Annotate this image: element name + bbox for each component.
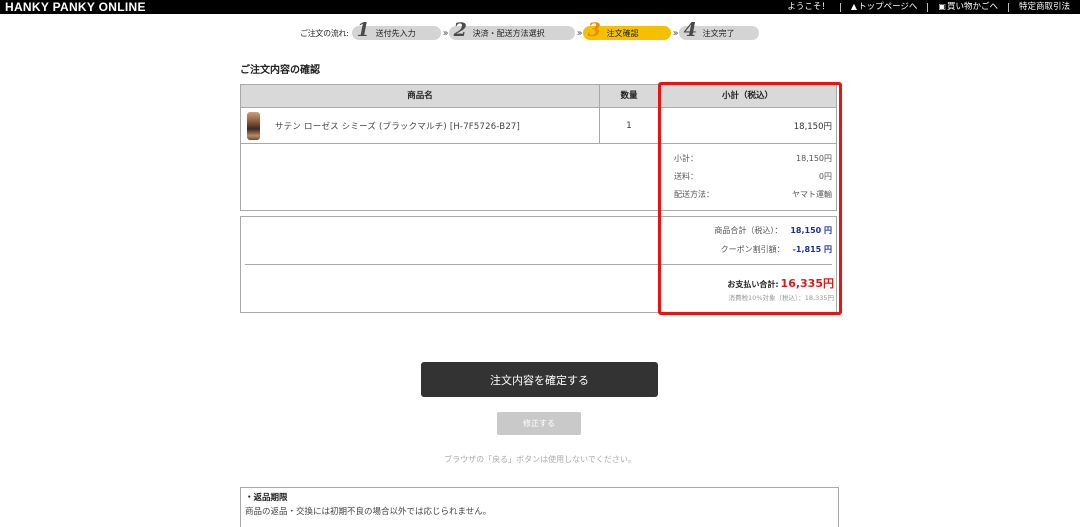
page-title: ご注文内容の確認 [240, 65, 320, 76]
nav-top-page-link[interactable]: ▲ トップページへ [841, 0, 928, 14]
confirm-order-button[interactable]: 注文内容を確定する [421, 362, 658, 397]
chevron-double-right-icon: ›› [672, 27, 679, 39]
top-bar: HANKY PANKY ONLINE ようこそ！ ▲ トップページへ ▣ 買い物かご… [0, 0, 1080, 14]
table-row: サテン ローゼス シミーズ (ブラックマルチ) [H-7F5726-B27] 1… [241, 108, 836, 144]
goods-total-label: 商品合計（税込）： [714, 226, 783, 235]
coupon-discount-value: -1,815 円 [792, 245, 832, 254]
summary-subtotal-label: 小計： [674, 153, 698, 163]
product-thumbnail[interactable] [247, 111, 260, 140]
chevron-double-right-icon: ›› [576, 27, 583, 39]
step-order-confirmation: 3 注文確認 [582, 19, 671, 41]
column-header-subtotal: 小計（税込） [658, 85, 836, 107]
step-label: 決済・配送方法選択 [472, 28, 545, 38]
step-shipping-address: 1 送付先入力 [351, 19, 441, 41]
order-summary: 小計： 18,150円 送料： 0円 配送方法： ヤマト運輸 [632, 149, 832, 203]
edit-order-button[interactable]: 修正する [497, 412, 581, 435]
summary-method-label: 配送方法： [674, 189, 714, 199]
return-policy-title: ・返品期限 [245, 493, 288, 503]
nav-cart-label: 買い物かごへ [946, 2, 998, 12]
step-label: 送付先入力 [375, 28, 416, 38]
top-nav: ようこそ！ ▲ トップページへ ▣ 買い物かごへ 特定商取引法 [777, 0, 1080, 14]
nav-welcome-label: ようこそ！ [787, 2, 830, 12]
nav-legal-link[interactable]: 特定商取引法 [1009, 0, 1080, 14]
flow-label: ご注文の流れ: [300, 28, 349, 38]
nav-welcome: ようこそ！ [777, 0, 840, 14]
grand-total-label: お支払い合計: [727, 280, 779, 289]
summary-shipping-value: 0円 [818, 171, 832, 181]
coupon-discount-row: クーポン割引額： -1,815 円 [721, 244, 832, 255]
totals-box: 商品合計（税込）： 18,150 円 クーポン割引額： -1,815 円 お支払… [240, 216, 837, 313]
step-payment-delivery: 2 決済・配送方法選択 [448, 19, 575, 41]
summary-subtotal-value: 18,150円 [796, 153, 832, 163]
step-number: 3 [587, 19, 601, 41]
nav-legal-label: 特定商取引法 [1018, 2, 1070, 12]
step-number: 1 [356, 19, 370, 41]
summary-method-value: ヤマト運輸 [792, 189, 832, 199]
subtotal-cell: 18,150円 [658, 108, 836, 143]
grand-total-value: 16,335円 [780, 277, 834, 290]
goods-total-value: 18,150 円 [790, 226, 832, 235]
step-number: 4 [683, 19, 697, 41]
step-order-complete: 4 注文完了 [678, 19, 759, 41]
column-header-quantity: 数量 [599, 85, 658, 107]
product-cell: サテン ローゼス シミーズ (ブラックマルチ) [H-7F5726-B27] [241, 108, 599, 143]
summary-subtotal-row: 小計： 18,150円 [632, 149, 832, 167]
tax-note: 消費税10%対象（税込）：18,335円 [728, 294, 834, 302]
totals-divider [245, 264, 832, 265]
home-icon: ▲ [850, 2, 858, 11]
quantity-cell: 1 [599, 108, 658, 143]
grand-total-row: お支払い合計: 16,335円 [727, 275, 834, 291]
nav-top-page-label: トップページへ [858, 2, 918, 12]
summary-method-row: 配送方法： ヤマト運輸 [632, 185, 832, 203]
goods-total-row: 商品合計（税込）： 18,150 円 [714, 225, 832, 236]
order-flow-steps: ご注文の流れ: 1 送付先入力 ›› 2 決済・配送方法選択 ›› 3 注文確認… [300, 19, 759, 45]
summary-shipping-row: 送料： 0円 [632, 167, 832, 185]
product-name[interactable]: サテン ローゼス シミーズ (ブラックマルチ) [H-7F5726-B27] [275, 120, 520, 132]
coupon-discount-label: クーポン割引額： [720, 245, 785, 254]
return-policy-box: ・返品期限 商品の返品・交換には初期不良の場合以外では応じられません。 [240, 487, 839, 527]
site-logo[interactable]: HANKY PANKY ONLINE [5, 0, 146, 14]
chevron-double-right-icon: ›› [442, 27, 449, 39]
column-header-product: 商品名 [407, 91, 433, 101]
nav-cart-link[interactable]: ▣ 買い物かごへ [928, 0, 1008, 14]
order-table: 商品名 数量 小計（税込） サテン ローゼス シミーズ (ブラックマルチ) [H… [240, 84, 837, 211]
step-label: 注文確認 [606, 28, 639, 38]
cart-icon: ▣ [938, 2, 946, 11]
step-number: 2 [453, 19, 467, 41]
return-policy-text: 商品の返品・交換には初期不良の場合以外では応じられません。 [245, 507, 492, 517]
table-header: 商品名 数量 小計（税込） [241, 85, 836, 108]
back-button-warning: ブラウザの「戻る」ボタンは使用しないでください。 [444, 455, 636, 464]
summary-shipping-label: 送料： [674, 171, 698, 181]
step-label: 注文完了 [702, 28, 735, 38]
